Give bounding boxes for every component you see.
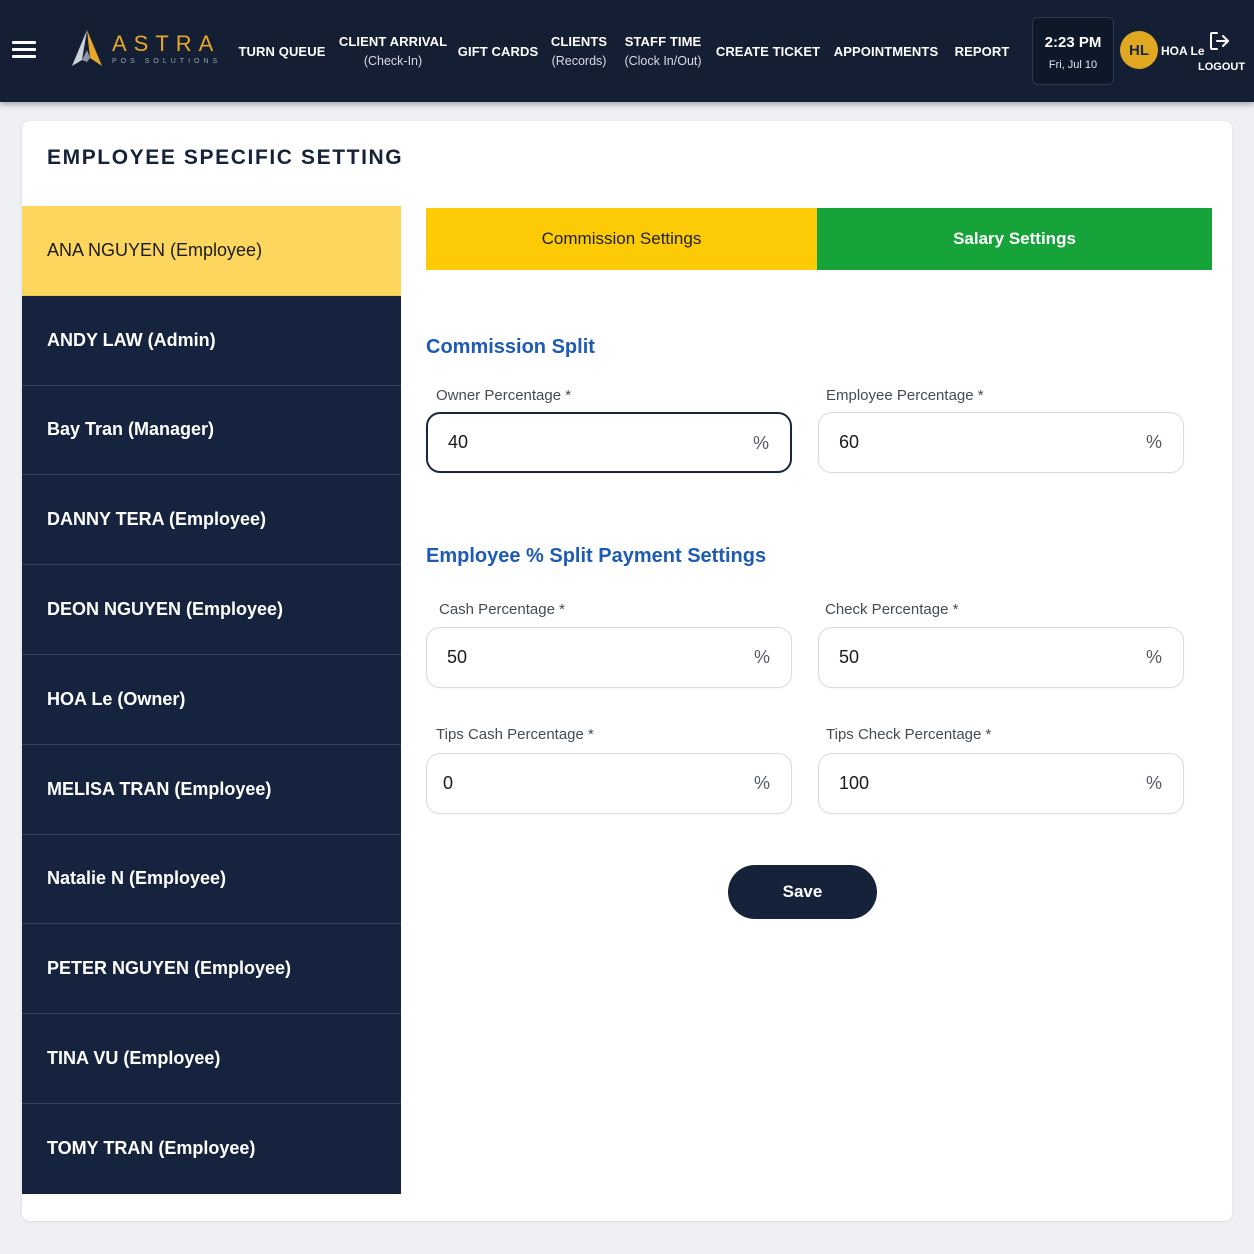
employee-percentage-input[interactable] xyxy=(839,413,1129,472)
cash-percentage-field: % xyxy=(426,627,792,688)
employee-item[interactable]: TINA VU (Employee) xyxy=(22,1014,401,1104)
logout-label: LOGOUT xyxy=(1198,61,1246,73)
cash-percentage-input[interactable] xyxy=(447,628,737,687)
page-title: EMPLOYEE SPECIFIC SETTING xyxy=(47,146,404,169)
employee-item[interactable]: Natalie N (Employee) xyxy=(22,834,401,925)
nav-clients[interactable]: CLIENTS (Records) xyxy=(548,0,610,102)
logo-subtitle: POS SOLUTIONS xyxy=(112,58,222,65)
nav-staff-time[interactable]: STAFF TIME (Clock In/Out) xyxy=(620,0,706,102)
tips-cash-percentage-field: % xyxy=(426,753,792,814)
settings-tabs: Commission Settings Salary Settings xyxy=(426,208,1212,270)
astra-logo[interactable]: ASTRA POS SOLUTIONS xyxy=(70,28,220,72)
employee-item[interactable]: PETER NGUYEN (Employee) xyxy=(22,924,401,1015)
settings-card: EMPLOYEE SPECIFIC SETTING ANA NGUYEN (Em… xyxy=(22,121,1232,1221)
employee-item[interactable]: ANA NGUYEN (Employee) xyxy=(22,206,401,296)
employee-item[interactable]: ANDY LAW (Admin) xyxy=(22,295,401,386)
percent-unit: % xyxy=(1145,647,1162,667)
save-button[interactable]: Save xyxy=(728,865,877,919)
nav-client-arrival[interactable]: CLIENT ARRIVAL (Check-In) xyxy=(338,0,448,102)
astra-logo-mark-icon xyxy=(72,30,102,66)
hamburger-menu-icon[interactable] xyxy=(12,41,36,59)
percent-unit: % xyxy=(752,433,769,453)
employee-item[interactable]: DEON NGUYEN (Employee) xyxy=(22,565,401,655)
payment-split-title: Employee % Split Payment Settings xyxy=(426,545,767,567)
logout-button[interactable]: LOGOUT xyxy=(1196,30,1246,76)
percent-unit: % xyxy=(1145,432,1162,452)
owner-percentage-field: % xyxy=(426,412,792,473)
percent-unit: % xyxy=(753,647,770,667)
check-percentage-input[interactable] xyxy=(839,628,1129,687)
user-avatar[interactable]: HL xyxy=(1120,31,1158,69)
percent-unit: % xyxy=(1145,773,1162,793)
logout-icon xyxy=(1210,32,1229,50)
commission-split-title: Commission Split xyxy=(426,336,595,358)
nav-turn-queue[interactable]: TURN QUEUE xyxy=(236,0,328,102)
tips-check-percentage-input[interactable] xyxy=(839,754,1129,813)
clock-date: Fri, Jul 10 xyxy=(1048,59,1098,71)
clock-time: 2:23 PM xyxy=(1044,34,1102,51)
tips-check-percentage-field: % xyxy=(818,753,1184,814)
employee-percentage-label: Employee Percentage * xyxy=(826,387,984,404)
check-percentage-label: Check Percentage * xyxy=(825,601,959,618)
employee-item[interactable]: MELISA TRAN (Employee) xyxy=(22,744,401,835)
top-navigation-bar: ASTRA POS SOLUTIONS TURN QUEUE CLIENT AR… xyxy=(0,0,1254,102)
nav-report[interactable]: REPORT xyxy=(952,0,1012,102)
nav-create-ticket[interactable]: CREATE TICKET xyxy=(716,0,820,102)
tips-check-percentage-label: Tips Check Percentage * xyxy=(826,726,992,743)
employee-percentage-field: % xyxy=(818,412,1184,473)
employee-item[interactable]: Bay Tran (Manager) xyxy=(22,385,401,476)
employee-item[interactable]: TOMY TRAN (Employee) xyxy=(22,1103,401,1194)
percent-unit: % xyxy=(753,773,770,793)
employee-item[interactable]: HOA Le (Owner) xyxy=(22,654,401,745)
logo-wordmark: ASTRA xyxy=(112,31,221,56)
tab-commission-settings[interactable]: Commission Settings xyxy=(426,208,817,270)
tips-cash-percentage-label: Tips Cash Percentage * xyxy=(436,726,594,743)
clock-widget: 2:23 PM Fri, Jul 10 xyxy=(1032,17,1114,85)
tips-cash-percentage-input[interactable] xyxy=(443,754,733,813)
cash-percentage-label: Cash Percentage * xyxy=(439,601,565,618)
employee-item[interactable]: DANNY TERA (Employee) xyxy=(22,475,401,566)
nav-gift-cards[interactable]: GIFT CARDS xyxy=(458,0,538,102)
owner-percentage-label: Owner Percentage * xyxy=(436,387,572,404)
nav-appointments[interactable]: APPOINTMENTS xyxy=(830,0,942,102)
employee-list: ANA NGUYEN (Employee) ANDY LAW (Admin) B… xyxy=(22,206,401,1194)
check-percentage-field: % xyxy=(818,627,1184,688)
owner-percentage-input[interactable] xyxy=(448,414,738,471)
tab-salary-settings[interactable]: Salary Settings xyxy=(817,208,1212,270)
